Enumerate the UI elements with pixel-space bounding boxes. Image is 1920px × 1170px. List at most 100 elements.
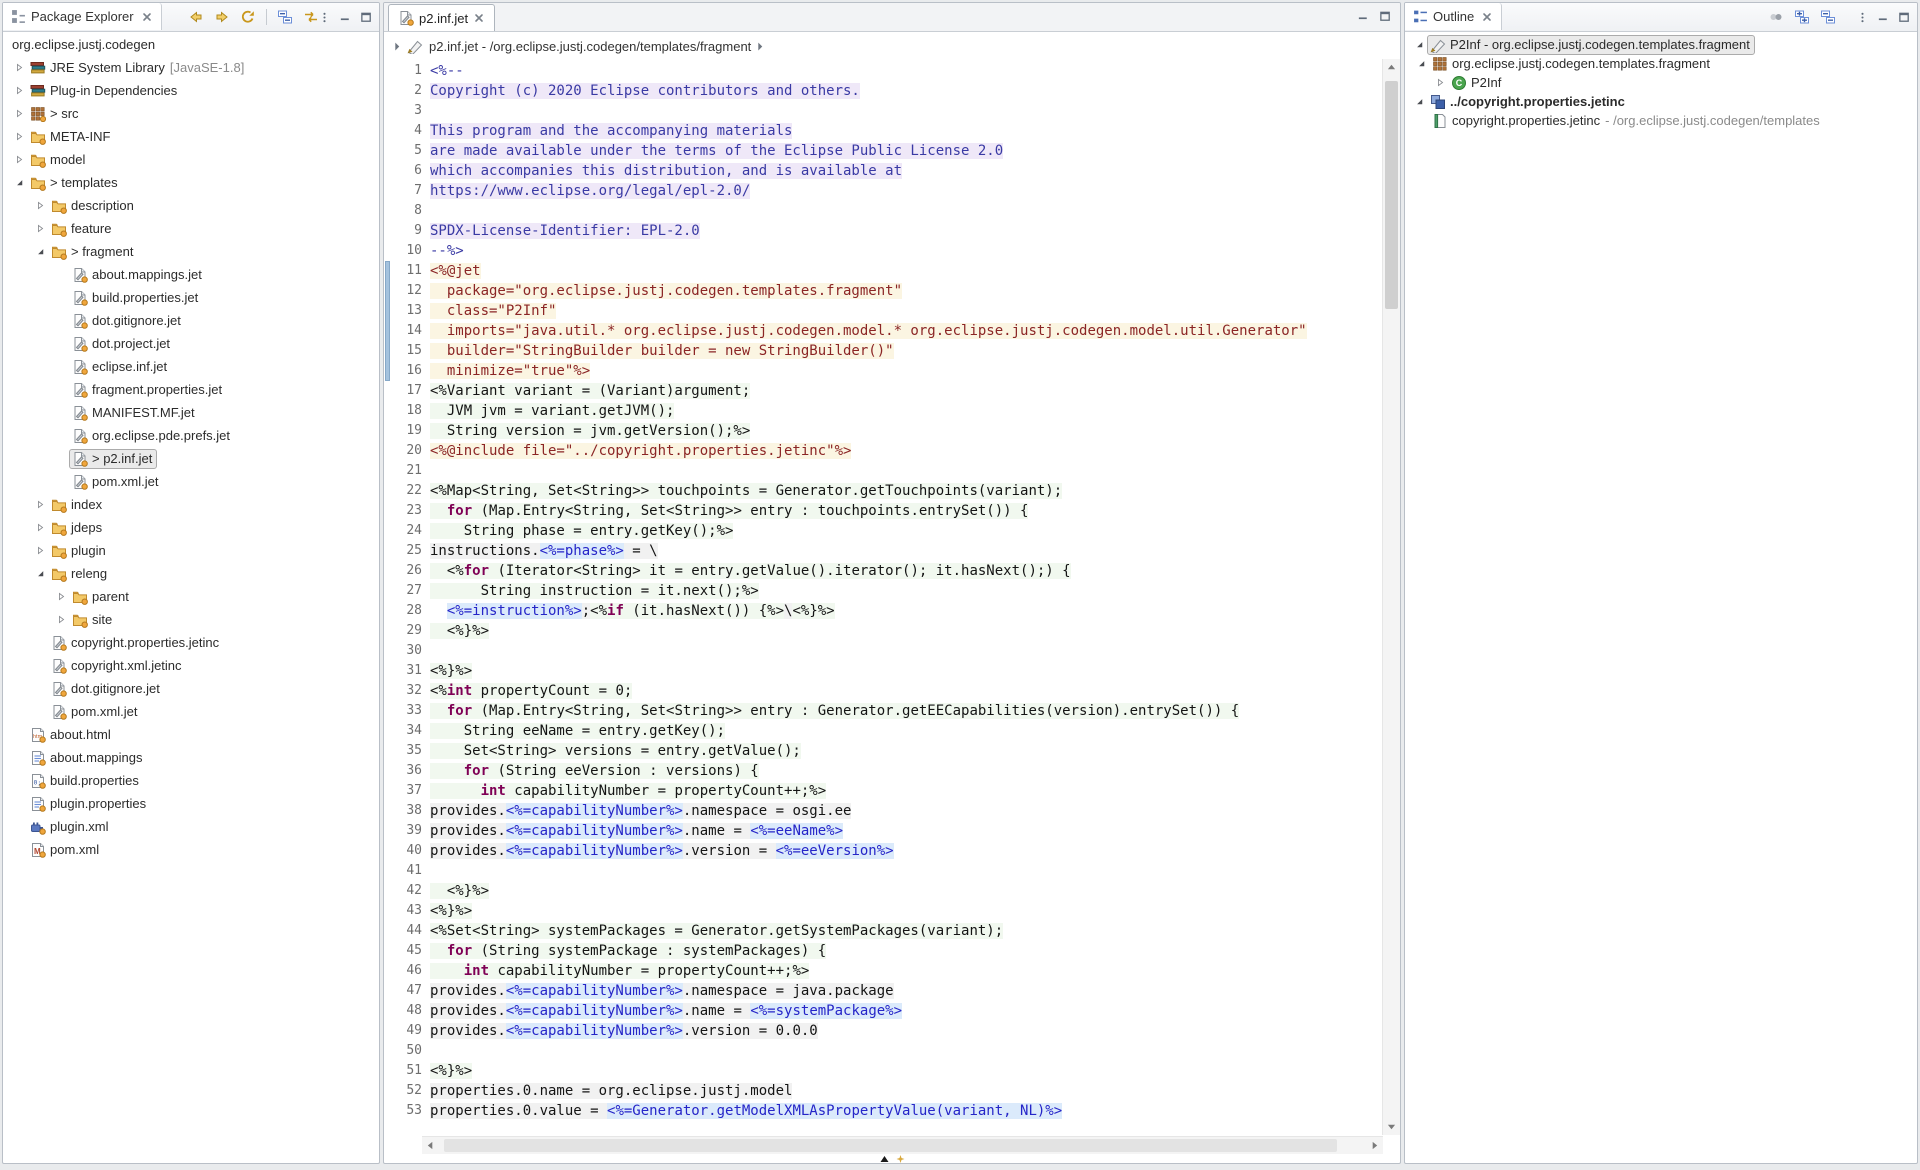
tree-label-wrap[interactable]: description — [48, 196, 139, 216]
code-line-8[interactable] — [430, 201, 1383, 221]
tree-label-wrap[interactable]: feature — [48, 219, 116, 239]
code-line-37[interactable]: int capabilityNumber = propertyCount++;%… — [430, 781, 1383, 801]
code-line-4[interactable]: This program and the accompanying materi… — [430, 121, 1383, 141]
code-line-36[interactable]: for (String eeVersion : versions) { — [430, 761, 1383, 781]
tree-label-wrap[interactable]: about.mappings — [27, 748, 148, 768]
code-line-33[interactable]: for (Map.Entry<String, Set<String>> entr… — [430, 701, 1383, 721]
code-line-29[interactable]: <%}%> — [430, 621, 1383, 641]
tree-item-org.eclipse.justj.codegen.templates.fragment[interactable]: org.eclipse.justj.codegen.templates.frag… — [1405, 54, 1917, 73]
focus-icon[interactable] — [1765, 6, 1787, 28]
code-line-42[interactable]: <%}%> — [430, 881, 1383, 901]
tree-label-wrap[interactable]: dot.gitignore.jet — [48, 679, 165, 699]
tree-item-parent[interactable]: parent — [3, 585, 379, 608]
code-line-34[interactable]: String eeName = entry.getKey(); — [430, 721, 1383, 741]
tree-label-wrap[interactable]: dot.project.jet — [69, 334, 175, 354]
tree-label-wrap[interactable]: jdeps — [48, 518, 107, 538]
vertical-scrollbar[interactable] — [1382, 59, 1400, 1135]
minimize-icon[interactable] — [1354, 7, 1372, 25]
chevron-right-icon[interactable] — [757, 41, 764, 52]
code-line-41[interactable] — [430, 861, 1383, 881]
code-line-38[interactable]: provides.<%=capabilityNumber%>.namespace… — [430, 801, 1383, 821]
chevron-expanded-icon[interactable] — [32, 244, 48, 260]
code-line-17[interactable]: <%Variant variant = (Variant)argument; — [430, 381, 1383, 401]
tree-label-wrap[interactable]: releng — [48, 564, 112, 584]
vertical-scrollbar-thumb[interactable] — [1385, 81, 1398, 309]
code-line-16[interactable]: minimize="true"%> — [430, 361, 1383, 381]
tree-label-wrap[interactable]: htmabout.html — [27, 725, 116, 745]
collapse-all-icon[interactable] — [274, 6, 296, 28]
tree-label-wrap[interactable]: copyright.xml.jetinc — [48, 656, 187, 676]
chevron-collapsed-icon[interactable] — [1432, 75, 1448, 91]
code-line-39[interactable]: provides.<%=capabilityNumber%>.name = <%… — [430, 821, 1383, 841]
code-line-46[interactable]: int capabilityNumber = propertyCount++;%… — [430, 961, 1383, 981]
tree-item-dot.project.jet[interactable]: dot.project.jet — [3, 332, 379, 355]
tree-label-wrap[interactable]: pom.xml.jet — [69, 472, 163, 492]
tree-label-wrap[interactable]: index — [48, 495, 107, 515]
code-line-32[interactable]: <%int propertyCount = 0; — [430, 681, 1383, 701]
code-line-12[interactable]: package="org.eclipse.justj.codegen.templ… — [430, 281, 1383, 301]
tree-item-feature[interactable]: feature — [3, 217, 379, 240]
close-icon[interactable] — [473, 12, 485, 24]
tree-item-dot.gitignore.jet[interactable]: dot.gitignore.jet — [3, 309, 379, 332]
close-icon[interactable] — [1481, 11, 1493, 23]
code-line-52[interactable]: properties.0.name = org.eclipse.justj.mo… — [430, 1081, 1383, 1101]
maximize-icon[interactable] — [1376, 7, 1394, 25]
outline-tree[interactable]: P2Inf - org.eclipse.justj.codegen.templa… — [1405, 35, 1917, 1163]
forward-icon[interactable] — [211, 6, 233, 28]
scroll-right-icon[interactable] — [1366, 1137, 1383, 1154]
tree-item-p2inf[interactable]: CP2Inf — [1405, 73, 1917, 92]
tree-label-wrap[interactable]: 0;build.properties — [27, 771, 144, 791]
tree-item-plug-in-dependencies[interactable]: Plug-in Dependencies — [3, 79, 379, 102]
code-line-48[interactable]: provides.<%=capabilityNumber%>.name = <%… — [430, 1001, 1383, 1021]
tree-item-org.eclipse.pde.prefs.jet[interactable]: org.eclipse.pde.prefs.jet — [3, 424, 379, 447]
outline-tab[interactable]: Outline — [1405, 3, 1502, 30]
tree-label-wrap[interactable]: JRE System Library[JavaSE-1.8] — [27, 58, 249, 78]
view-menu-icon[interactable] — [1853, 8, 1871, 26]
chevron-collapsed-icon[interactable] — [53, 612, 69, 628]
maximize-icon[interactable] — [1895, 8, 1913, 26]
package-explorer-tree[interactable]: org.eclipse.justj.codegenJRE System Libr… — [3, 33, 379, 1163]
tree-item-index[interactable]: index — [3, 493, 379, 516]
code-line-43[interactable]: <%}%> — [430, 901, 1383, 921]
tree-label-wrap[interactable]: about.mappings.jet — [69, 265, 207, 285]
code-line-49[interactable]: provides.<%=capabilityNumber%>.version =… — [430, 1021, 1383, 1041]
maximize-icon[interactable] — [357, 8, 375, 26]
tree-label-wrap[interactable]: org.eclipse.pde.prefs.jet — [69, 426, 235, 446]
view-menu-icon[interactable] — [315, 8, 333, 26]
tree-item-fragment.properties.jet[interactable]: fragment.properties.jet — [3, 378, 379, 401]
chevron-collapsed-icon[interactable] — [11, 152, 27, 168]
tree-label-wrap[interactable]: plugin — [48, 541, 111, 561]
code-line-30[interactable] — [430, 641, 1383, 661]
code-line-31[interactable]: <%}%> — [430, 661, 1383, 681]
tree-label-wrap[interactable]: fragment.properties.jet — [69, 380, 227, 400]
code-line-22[interactable]: <%Map<String, Set<String>> touchpoints =… — [430, 481, 1383, 501]
code-line-13[interactable]: class="P2Inf" — [430, 301, 1383, 321]
tree-item-fragment[interactable]: > fragment — [3, 240, 379, 263]
minimize-icon[interactable] — [336, 8, 354, 26]
chevron-expanded-icon[interactable] — [1413, 56, 1429, 72]
chevron-expanded-icon[interactable] — [1411, 94, 1427, 110]
tree-label-wrap[interactable]: CP2Inf — [1448, 73, 1506, 93]
editor-tab-p2-inf-jet[interactable]: p2.inf.jet — [388, 4, 495, 31]
code-line-9[interactable]: SPDX-License-Identifier: EPL-2.0 — [430, 221, 1383, 241]
tree-label-wrap[interactable]: eclipse.inf.jet — [69, 357, 172, 377]
code-line-40[interactable]: provides.<%=capabilityNumber%>.version =… — [430, 841, 1383, 861]
tree-label-wrap[interactable]: > templates — [27, 173, 123, 193]
tree-item-build.properties.jet[interactable]: build.properties.jet — [3, 286, 379, 309]
code-line-45[interactable]: for (String systemPackage : systemPackag… — [430, 941, 1383, 961]
tree-item-pom.xml.jet[interactable]: pom.xml.jet — [3, 470, 379, 493]
chevron-collapsed-icon[interactable] — [32, 198, 48, 214]
code-line-6[interactable]: which accompanies this distribution, and… — [430, 161, 1383, 181]
tree-label-wrap[interactable]: model — [27, 150, 90, 170]
tree-item-dot.gitignore.jet[interactable]: dot.gitignore.jet — [3, 677, 379, 700]
code-line-14[interactable]: imports="java.util.* org.eclipse.justj.c… — [430, 321, 1383, 341]
code-line-24[interactable]: String phase = entry.getKey();%> — [430, 521, 1383, 541]
code-line-2[interactable]: Copyright (c) 2020 Eclipse contributors … — [430, 81, 1383, 101]
chevron-collapsed-icon[interactable] — [53, 589, 69, 605]
chevron-expanded-icon[interactable] — [11, 175, 27, 191]
tree-item-about.mappings[interactable]: about.mappings — [3, 746, 379, 769]
tree-label-wrap[interactable]: > fragment — [48, 242, 139, 262]
tree-item-templates[interactable]: > templates — [3, 171, 379, 194]
tree-label-wrap[interactable]: dot.gitignore.jet — [69, 311, 186, 331]
code-line-7[interactable]: https://www.eclipse.org/legal/epl-2.0/ — [430, 181, 1383, 201]
